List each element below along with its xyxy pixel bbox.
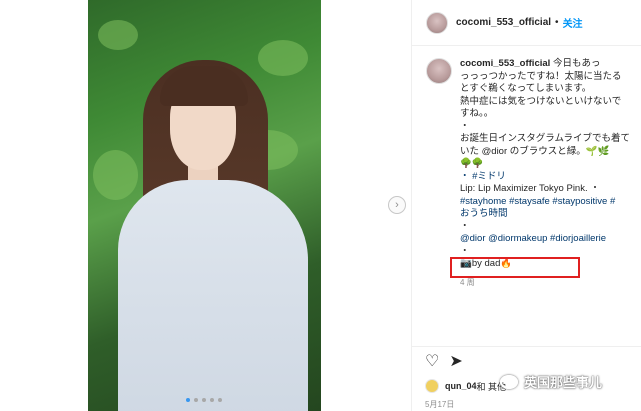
- avatar[interactable]: [426, 11, 448, 34]
- carousel-dot[interactable]: [210, 398, 214, 402]
- post-date: 5月17日: [425, 400, 455, 409]
- chevron-right-icon: ›: [395, 199, 399, 211]
- header-separator: •: [555, 17, 559, 28]
- caption-line: とすぐ鵜くなってしまいます。: [460, 83, 592, 94]
- header-username[interactable]: cocomi_553_official: [456, 17, 551, 28]
- caption-username[interactable]: cocomi_553_official: [460, 58, 550, 69]
- caption-line: っっっつかったですね！太陽に当たる: [460, 70, 622, 82]
- photo-pane: ›: [0, 0, 410, 411]
- post-age[interactable]: 4 周: [460, 277, 632, 290]
- likes-user[interactable]: qun_04: [445, 381, 477, 391]
- caption-line: ・: [460, 120, 470, 132]
- watermark: 英国那些事儿: [500, 372, 602, 391]
- avatar[interactable]: [426, 58, 452, 84]
- foliage: [98, 20, 138, 50]
- watermark-text: 英国那些事儿: [524, 375, 603, 390]
- follow-button[interactable]: 关注: [563, 15, 583, 30]
- caption-line: Lip: Lip Maximizer Tokyo Pink. ・: [460, 183, 600, 194]
- wechat-icon: [500, 374, 518, 389]
- carousel-dot[interactable]: [202, 398, 206, 402]
- caption-line: いた @dior のブラウスと緑。🌱🌿: [460, 145, 610, 157]
- caption-hashtag-line[interactable]: #stayhome #staysafe #staypositive #: [460, 196, 632, 209]
- foliage: [258, 40, 308, 76]
- carousel-dot[interactable]: [194, 398, 198, 402]
- highlight-box: [450, 257, 580, 278]
- heart-icon[interactable]: ♡: [425, 353, 439, 370]
- caption-line: 熱中症には気をつけないといけないで: [460, 95, 622, 107]
- caption-line: 🌳🌳: [460, 158, 484, 169]
- caption-mention-line[interactable]: @dior @diormakeup #diorjoaillerie: [460, 233, 632, 246]
- carousel-dot[interactable]: [218, 398, 222, 402]
- caption-line: お誕生日インスタグラムライブでも着て: [460, 133, 631, 144]
- caption-hashtag-line[interactable]: ・ #ミドリ: [460, 171, 632, 184]
- post-photo[interactable]: [88, 0, 321, 411]
- photo-subject-blouse: [118, 180, 308, 411]
- caption-hashtag-line[interactable]: おうち時間: [460, 208, 632, 221]
- caption-body: cocomi_553_official 今日もあっ っっっつかったですね！太陽に…: [460, 58, 632, 289]
- avatar[interactable]: [425, 379, 439, 393]
- next-image-button[interactable]: ›: [388, 196, 406, 214]
- likes-summary: qun_04 和 其他: [425, 379, 506, 393]
- send-icon[interactable]: ➤: [449, 353, 462, 370]
- carousel-dots: [186, 398, 222, 402]
- carousel-dot[interactable]: [186, 398, 190, 402]
- post-caption: cocomi_553_official 今日もあっ っっっつかったですね！太陽に…: [426, 58, 636, 289]
- caption-line: すね。。: [460, 108, 494, 119]
- foliage: [93, 150, 138, 200]
- caption-line: 今日もあっ: [552, 58, 601, 69]
- post-header: cocomi_553_official • 关注: [412, 0, 641, 46]
- caption-line: ・: [460, 220, 470, 232]
